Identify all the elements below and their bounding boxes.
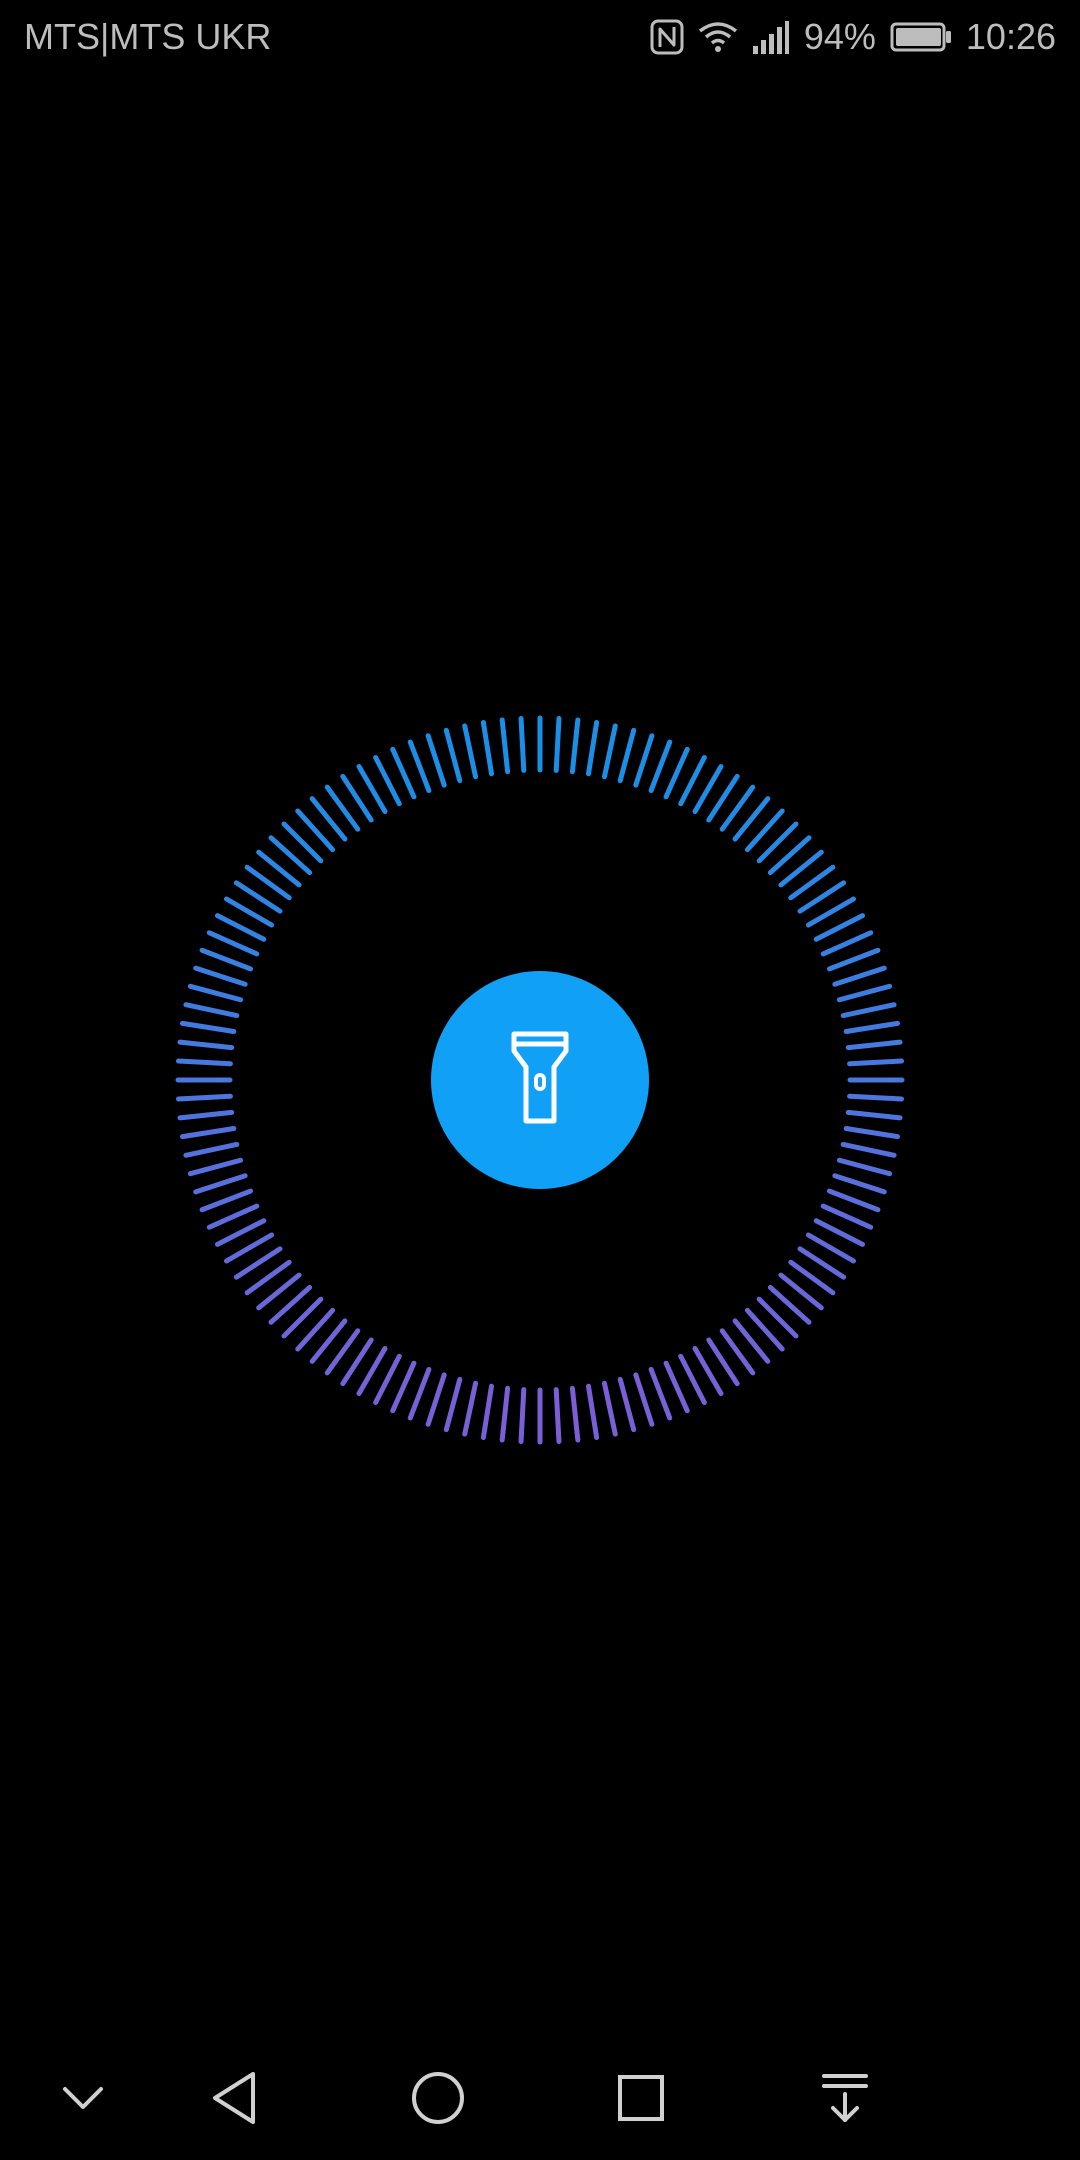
ring-tick <box>617 727 637 784</box>
ring-tick <box>845 1039 903 1051</box>
flashlight-toggle-button[interactable] <box>431 971 649 1189</box>
ring-tick <box>480 1383 495 1441</box>
ring-tick <box>518 715 527 773</box>
ring-tick <box>843 1020 901 1035</box>
ring-tick <box>390 1360 417 1414</box>
ring-tick <box>206 1203 260 1230</box>
ring-tick <box>183 1141 240 1158</box>
ring-tick <box>443 1376 463 1433</box>
ring-tick <box>832 1173 887 1195</box>
ring-tick <box>187 1157 244 1177</box>
ring-tick <box>553 715 562 773</box>
ring-tick <box>836 1157 893 1177</box>
home-icon <box>410 2070 466 2131</box>
ring-tick <box>206 930 260 957</box>
ring-tick <box>617 1376 637 1433</box>
battery-percent: 94% <box>803 16 876 57</box>
ring-tick <box>832 965 887 987</box>
ring-tick <box>407 739 432 794</box>
ring-tick <box>847 1093 905 1102</box>
ring-tick <box>193 965 248 987</box>
recents-icon <box>616 2073 666 2128</box>
flashlight-screen: MTS|MTS UKR 94% 10:26 <box>0 0 1080 2160</box>
ring-tick <box>462 1380 479 1437</box>
back-button[interactable] <box>199 2070 269 2130</box>
ring-tick <box>601 723 618 780</box>
clock: 10:26 <box>965 16 1056 57</box>
ring-tick <box>175 1058 233 1067</box>
back-icon <box>209 2070 259 2131</box>
ring-tick <box>826 1188 881 1213</box>
ring-tick <box>462 723 479 780</box>
ring-tick <box>199 947 254 972</box>
ring-tick <box>443 727 463 784</box>
ring-tick <box>840 1002 897 1019</box>
ring-tick <box>425 733 447 788</box>
carrier-name: MTS|MTS UKR <box>24 16 272 57</box>
ring-tick <box>820 930 874 957</box>
chevron-down-icon <box>61 2085 105 2116</box>
ring-tick <box>836 983 893 1003</box>
ring-tick <box>175 1093 233 1102</box>
ring-tick <box>648 739 673 794</box>
ring-tick <box>569 1385 581 1443</box>
ring-tick <box>183 1002 240 1019</box>
notification-pull-button[interactable] <box>810 2070 880 2130</box>
ring-tick <box>177 1109 235 1121</box>
ring-tick <box>585 719 600 777</box>
ring-tick <box>820 1203 874 1230</box>
navigation-bar <box>0 2040 1080 2160</box>
ring-tick <box>663 746 690 800</box>
signal-icon <box>752 20 790 54</box>
wifi-icon <box>698 21 738 53</box>
status-icons: 94% 10:26 <box>650 16 1056 58</box>
ring-tick <box>633 1372 655 1427</box>
nfc-icon <box>650 19 684 55</box>
ring-tick <box>177 1039 235 1051</box>
ring-tick <box>826 947 881 972</box>
ring-tick <box>843 1125 901 1140</box>
ring-tick <box>845 1109 903 1121</box>
ring-tick <box>499 1385 511 1443</box>
ring-tick <box>648 1366 673 1421</box>
ring-tick <box>499 717 511 775</box>
ring-tick <box>840 1141 897 1158</box>
ring-tick <box>480 719 495 777</box>
recents-button[interactable] <box>606 2070 676 2130</box>
ring-tick <box>601 1380 618 1437</box>
ring-tick <box>179 1125 237 1140</box>
ring-tick <box>425 1372 447 1427</box>
ring-tick <box>847 1058 905 1067</box>
collapse-nav-button[interactable] <box>48 2070 118 2130</box>
ring-tick <box>633 733 655 788</box>
battery-icon <box>890 22 952 52</box>
ring-tick <box>518 1387 527 1445</box>
ring-tick <box>407 1366 432 1421</box>
ring-tick <box>199 1188 254 1213</box>
ring-tick <box>390 746 417 800</box>
home-button[interactable] <box>403 2070 473 2130</box>
status-bar: MTS|MTS UKR 94% 10:26 <box>0 0 1080 74</box>
flashlight-icon <box>510 1031 570 1130</box>
ring-tick <box>663 1360 690 1414</box>
ring-tick <box>193 1173 248 1195</box>
ring-tick <box>187 983 244 1003</box>
ring-tick <box>553 1387 562 1445</box>
ring-tick <box>585 1383 600 1441</box>
notification-pull-icon <box>820 2072 870 2129</box>
ring-tick <box>569 717 581 775</box>
ring-tick <box>179 1020 237 1035</box>
